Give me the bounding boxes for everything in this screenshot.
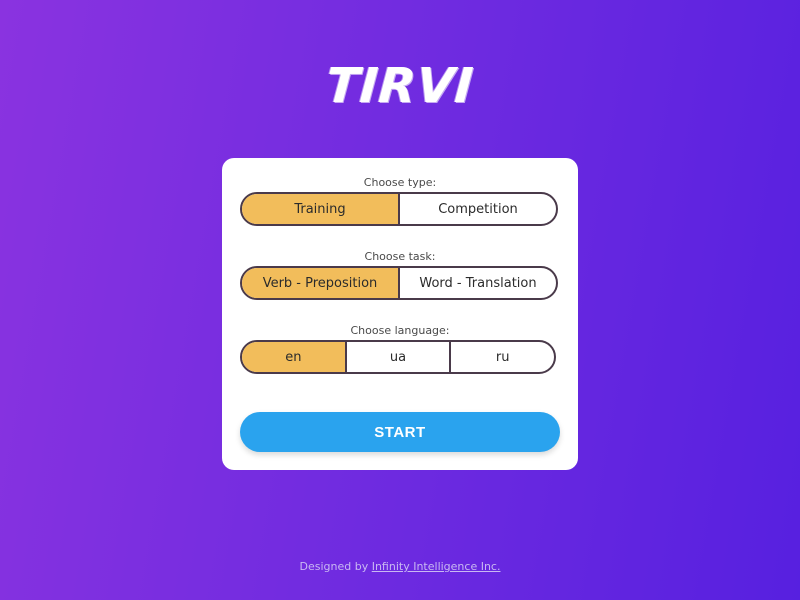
type-label: Choose type: bbox=[363, 176, 437, 189]
footer: Designed by Infinity Intelligence Inc. bbox=[0, 560, 800, 573]
task-option-word-translation[interactable]: Word - Translation bbox=[398, 268, 556, 298]
type-selector: Training Competition bbox=[240, 192, 558, 226]
language-option-ua[interactable]: ua bbox=[344, 342, 450, 372]
footer-prefix: Designed by bbox=[299, 560, 369, 573]
task-selector: Verb - Preposition Word - Translation bbox=[240, 266, 558, 300]
start-button[interactable]: START bbox=[240, 412, 560, 452]
settings-card: Choose type: Training Competition Choose… bbox=[222, 158, 578, 470]
task-label: Choose task: bbox=[364, 250, 436, 263]
type-option-training[interactable]: Training bbox=[242, 194, 398, 224]
app-logo: TIRVI bbox=[324, 58, 476, 114]
language-option-ru[interactable]: ru bbox=[449, 342, 554, 372]
language-label: Choose language: bbox=[350, 324, 450, 337]
task-option-verb-preposition[interactable]: Verb - Preposition bbox=[242, 268, 398, 298]
language-option-en[interactable]: en bbox=[242, 342, 345, 372]
language-selector: en ua ru bbox=[240, 340, 556, 374]
type-option-competition[interactable]: Competition bbox=[398, 194, 556, 224]
company-link[interactable]: Infinity Intelligence Inc. bbox=[372, 560, 501, 573]
